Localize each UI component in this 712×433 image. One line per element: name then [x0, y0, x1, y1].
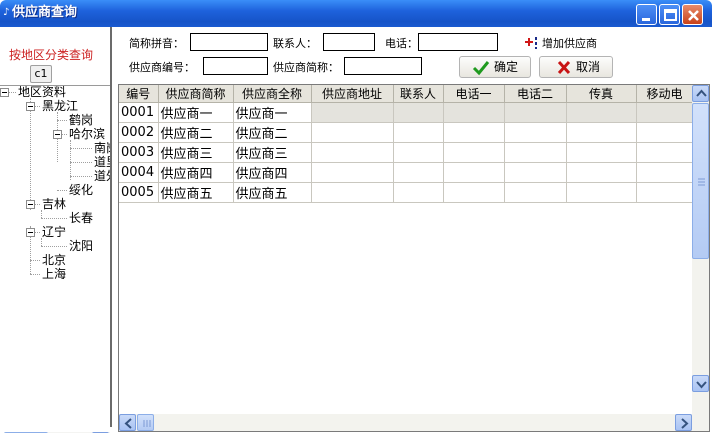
grid-horizontal-scrollbar[interactable]: [119, 414, 709, 431]
column-header[interactable]: 供应商简称: [158, 85, 234, 103]
column-header[interactable]: 移动电: [636, 85, 694, 103]
checkmark-icon: [472, 61, 490, 76]
column-header[interactable]: 编号: [119, 85, 159, 103]
tree-node[interactable]: 鹤岗: [69, 114, 93, 127]
supplier-code-input[interactable]: [203, 57, 268, 75]
region-panel-title: 按地区分类查询: [9, 48, 94, 62]
cell-code[interactable]: 0005: [119, 182, 159, 203]
cell-full-name[interactable]: 供应商一: [233, 102, 312, 123]
table-row[interactable]: 0001 供应商一 供应商一: [119, 102, 694, 123]
confirm-button-label: 确定: [494, 60, 519, 74]
table-row[interactable]: 0005 供应商五 供应商五: [119, 182, 694, 203]
tree-node[interactable]: 道里: [94, 156, 110, 169]
cell-full-name[interactable]: 供应商五: [233, 182, 312, 203]
column-header[interactable]: 供应商全称: [233, 85, 312, 103]
tree-collapse-icon[interactable]: [53, 130, 62, 139]
contact-label: 联系人：: [273, 37, 317, 50]
tree-node[interactable]: 长春: [69, 212, 93, 225]
search-form: 简称拼音： 联系人： 电话： 增加供应商 供应商编号： 供应商简称： 确定 取消: [113, 27, 712, 83]
region-tree[interactable]: 地区资料 黑龙江 鹤岗 哈尔滨 南岗 道里 道外 绥化 吉林 长春 辽宁 沈阳 …: [0, 85, 110, 403]
column-header[interactable]: 传真: [566, 85, 637, 103]
window-title: 供应商查询: [12, 5, 78, 20]
supplier-short-name-label: 供应商简称：: [273, 61, 339, 74]
column-header[interactable]: 联系人: [393, 85, 444, 103]
cell-short-name[interactable]: 供应商一: [158, 102, 234, 123]
tree-node[interactable]: 上海: [42, 268, 66, 281]
title-bar: ♪ 供应商查询: [0, 0, 712, 27]
maximize-button[interactable]: [659, 4, 680, 25]
add-supplier-icon: [525, 37, 537, 49]
scroll-right-icon[interactable]: [675, 414, 692, 431]
grid-header-row: 编号 供应商简称 供应商全称 供应商地址 联系人 电话一 电话二 传真 移动电: [119, 85, 694, 103]
pinyin-label: 简称拼音：: [129, 37, 184, 50]
tree-node[interactable]: 北京: [42, 254, 66, 267]
cell-full-name[interactable]: 供应商三: [233, 142, 312, 163]
cancel-button-label: 取消: [576, 60, 601, 74]
tree-node[interactable]: 沈阳: [69, 240, 93, 253]
pinyin-input[interactable]: [190, 33, 268, 51]
minimize-button[interactable]: [636, 4, 657, 25]
tree-node[interactable]: 哈尔滨: [69, 128, 105, 141]
cell-short-name[interactable]: 供应商二: [158, 122, 234, 143]
confirm-button[interactable]: 确定: [459, 56, 531, 78]
tree-node[interactable]: 黑龙江: [42, 100, 78, 113]
tree-node[interactable]: 吉林: [42, 198, 66, 211]
tree-collapse-icon[interactable]: [26, 102, 35, 111]
region-panel: 按地区分类查询 c1 地区资料 黑龙江 鹤岗 哈尔滨 南岗: [0, 27, 112, 433]
column-header[interactable]: 供应商地址: [311, 85, 394, 103]
contact-input[interactable]: [323, 33, 375, 51]
tree-collapse-icon[interactable]: [26, 200, 35, 209]
scrollbar-thumb[interactable]: [692, 103, 709, 259]
supplier-code-label: 供应商编号：: [129, 61, 195, 74]
cell-full-name[interactable]: 供应商四: [233, 162, 312, 183]
scroll-left-icon[interactable]: [119, 414, 136, 431]
grid-vertical-scrollbar[interactable]: [692, 85, 709, 415]
phone-input[interactable]: [418, 33, 498, 51]
cell-code[interactable]: 0001: [119, 102, 159, 123]
tree-collapse-icon[interactable]: [0, 88, 9, 97]
column-header[interactable]: 电话二: [504, 85, 567, 103]
tree-node[interactable]: 绥化: [69, 184, 93, 197]
cell-code[interactable]: 0003: [119, 142, 159, 163]
scroll-up-icon[interactable]: [692, 85, 709, 102]
tree-node[interactable]: 辽宁: [42, 226, 66, 239]
add-supplier-label: 增加供应商: [542, 37, 597, 50]
cell-full-name[interactable]: 供应商二: [233, 122, 312, 143]
scrollbar-thumb[interactable]: [137, 414, 154, 431]
table-row[interactable]: 0003 供应商三 供应商三: [119, 142, 694, 163]
table-row[interactable]: 0004 供应商四 供应商四: [119, 162, 694, 183]
table-row[interactable]: 0002 供应商二 供应商二: [119, 122, 694, 143]
tooltip: c1: [30, 65, 52, 83]
tree-collapse-icon[interactable]: [26, 228, 35, 237]
supplier-query-panel: 简称拼音： 联系人： 电话： 增加供应商 供应商编号： 供应商简称： 确定 取消…: [113, 27, 712, 433]
cell-code[interactable]: 0004: [119, 162, 159, 183]
column-header[interactable]: 电话一: [443, 85, 505, 103]
cell-short-name[interactable]: 供应商五: [158, 182, 234, 203]
tree-node[interactable]: 地区资料: [18, 86, 66, 99]
phone-label: 电话：: [385, 37, 418, 50]
supplier-short-name-input[interactable]: [344, 57, 422, 75]
cell-short-name[interactable]: 供应商四: [158, 162, 234, 183]
cell-code[interactable]: 0002: [119, 122, 159, 143]
scroll-down-icon[interactable]: [692, 375, 709, 392]
tree-node[interactable]: 南岗: [94, 142, 110, 155]
cell-short-name[interactable]: 供应商三: [158, 142, 234, 163]
tree-node[interactable]: 道外: [94, 170, 110, 183]
window-icon: ♪: [3, 7, 10, 18]
supplier-grid[interactable]: 编号 供应商简称 供应商全称 供应商地址 联系人 电话一 电话二 传真 移动电 …: [118, 84, 710, 432]
close-button[interactable]: [682, 4, 703, 25]
cancel-x-icon: [557, 60, 571, 75]
cancel-button[interactable]: 取消: [539, 56, 613, 78]
